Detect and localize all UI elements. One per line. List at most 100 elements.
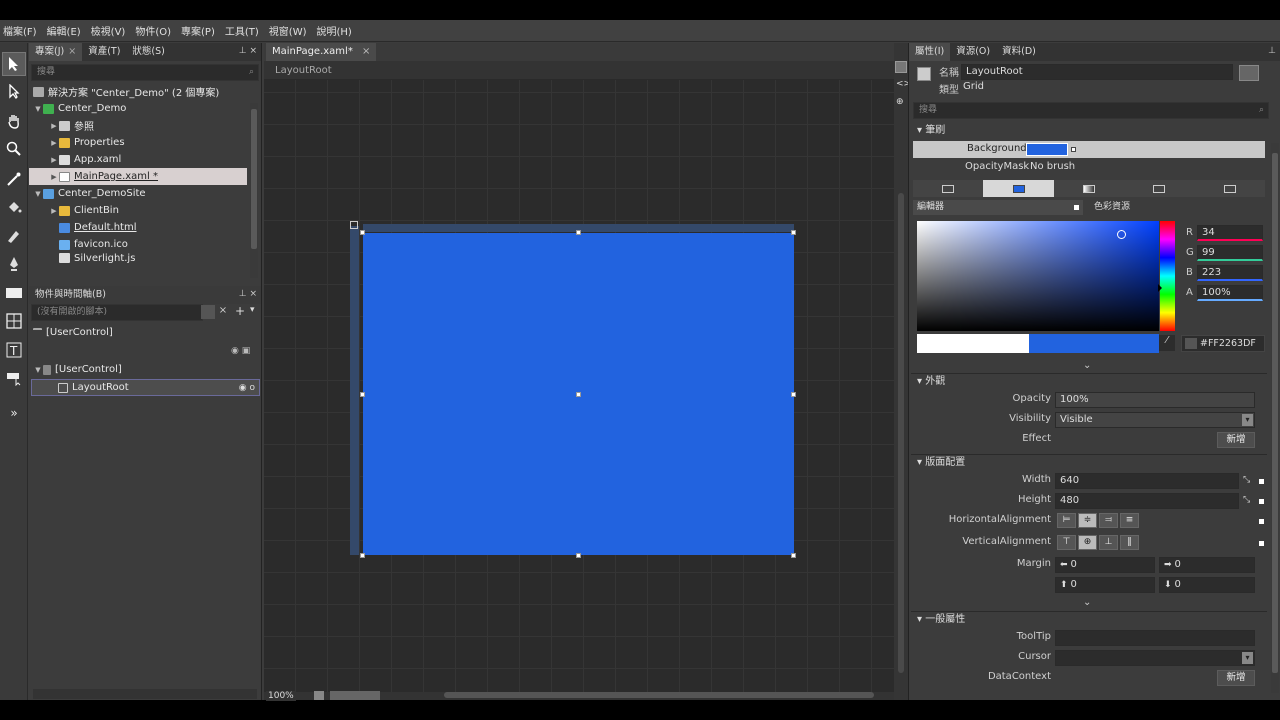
close-icon[interactable]: × <box>68 46 76 57</box>
hue-slider-thumb[interactable] <box>1158 284 1162 292</box>
visibility-dropdown[interactable]: Visible ▾ <box>1055 412 1255 428</box>
tab-assets[interactable]: 資產(T) <box>82 43 126 61</box>
effect-new-button[interactable]: 新增 <box>1217 432 1255 448</box>
resize-handle-nw[interactable] <box>360 230 365 235</box>
halign-left-icon[interactable]: ⊨ <box>1057 513 1076 528</box>
auto-size-icon[interactable]: ⤡ <box>1243 475 1250 485</box>
grid-corner-icon[interactable] <box>350 221 358 229</box>
datacontext-new-button[interactable]: 新增 <box>1217 670 1255 686</box>
common-section-header[interactable]: ▾ 一般屬性 <box>911 611 1267 627</box>
tree-default-html[interactable]: Default.html <box>59 219 277 236</box>
resize-handle-w[interactable] <box>360 392 365 397</box>
background-swatch[interactable] <box>1026 143 1068 156</box>
events-toggle-icon[interactable] <box>1239 65 1259 81</box>
valign-top-icon[interactable]: ⊤ <box>1057 535 1076 550</box>
close-script-icon[interactable]: × <box>217 305 229 319</box>
pin-icon[interactable]: ⊥ <box>1268 46 1276 56</box>
resize-handle-sw[interactable] <box>360 553 365 558</box>
grid-layout-tool-icon[interactable] <box>2 309 26 333</box>
close-icon[interactable]: × <box>362 46 370 57</box>
collapse-arrow-icon[interactable]: ▶ <box>49 139 59 147</box>
tab-properties[interactable]: 屬性(I) <box>909 43 951 61</box>
text-tool-icon[interactable]: T <box>2 338 26 362</box>
auto-size-icon[interactable]: ⤡ <box>1243 495 1250 505</box>
tab-editor[interactable]: 編輯器 <box>913 200 1083 215</box>
tree-app-xaml[interactable]: ▶ App.xaml <box>49 151 267 168</box>
xaml-view-icon[interactable]: ⊕ <box>896 97 904 107</box>
script-menu-icon[interactable] <box>201 305 215 319</box>
brush-section-header[interactable]: ▾ 筆刷 <box>911 123 1267 139</box>
hex-field[interactable]: #FF2263DF <box>1181 335 1265 352</box>
menu-window[interactable]: 視窗(W) <box>269 23 307 38</box>
zoom-combobox[interactable]: 100% <box>266 691 296 701</box>
tree-project-center-demo[interactable]: ▼ Center_Demo <box>33 100 251 117</box>
halign-stretch-icon[interactable]: ≡ <box>1120 513 1139 528</box>
expand-layout-chevron-icon[interactable]: ⌄ <box>1083 597 1091 608</box>
view-toggle-icons[interactable] <box>330 691 380 700</box>
blue-field[interactable]: 223 <box>1197 265 1263 281</box>
tree-clientbin[interactable]: ▶ ClientBin <box>49 202 267 219</box>
chevron-down-icon[interactable]: ▾ <box>1242 652 1253 664</box>
expand-arrow-icon[interactable]: ▼ <box>33 366 43 374</box>
menu-edit[interactable]: 編輯(E) <box>47 23 81 38</box>
project-scrollbar[interactable] <box>250 103 258 278</box>
margin-top-field[interactable]: ⬆ 0 <box>1055 577 1155 593</box>
eye-visibility-icon[interactable]: ◉ o <box>239 383 255 393</box>
eyedropper-icon[interactable] <box>2 167 26 191</box>
margin-bottom-field[interactable]: ⬇ 0 <box>1159 577 1255 593</box>
valign-stretch-icon[interactable]: ‖ <box>1120 535 1139 550</box>
zoom-dropdown-icon[interactable] <box>314 691 324 700</box>
advanced-marker[interactable] <box>1259 479 1264 484</box>
hue-slider[interactable] <box>1158 221 1175 331</box>
menu-project[interactable]: 專案(P) <box>181 23 215 38</box>
tree-solution[interactable]: 解決方案 "Center_Demo" (2 個專案) <box>33 83 251 100</box>
timeline-options-icon[interactable]: ▾ <box>250 305 255 315</box>
eyedropper-icon[interactable]: ⁄ <box>1159 335 1175 351</box>
appearance-section-header[interactable]: ▾ 外觀 <box>911 373 1267 389</box>
tree-silverlight-js[interactable]: Silverlight.js <box>59 253 277 264</box>
cursor-dropdown[interactable]: ▾ <box>1055 650 1255 666</box>
halign-center-icon[interactable]: ≑ <box>1078 513 1097 528</box>
margin-left-field[interactable]: ⬅ 0 <box>1055 557 1155 573</box>
pan-hand-icon[interactable] <box>2 109 26 133</box>
tooltip-field[interactable] <box>1055 630 1255 646</box>
color-mode-icon[interactable] <box>1185 338 1197 349</box>
horizontal-scrollbar[interactable] <box>444 692 874 698</box>
pen-tool-icon[interactable] <box>2 252 26 276</box>
color-picker-cursor-icon[interactable] <box>1117 230 1126 239</box>
tab-data[interactable]: 資料(D) <box>996 43 1042 61</box>
gradient-brush-icon[interactable] <box>1054 180 1124 197</box>
collapse-arrow-icon[interactable]: ▶ <box>49 173 59 181</box>
tile-brush-icon[interactable] <box>1124 180 1194 197</box>
tab-objects-timeline[interactable]: 物件與時間軸(B) <box>29 286 112 304</box>
advanced-marker[interactable] <box>1259 499 1264 504</box>
collapse-arrow-icon[interactable]: ▶ <box>49 156 59 164</box>
selection-tool-icon[interactable] <box>2 52 26 76</box>
name-field[interactable]: LayoutRoot <box>961 64 1233 80</box>
tab-resources[interactable]: 資源(O) <box>950 43 996 61</box>
advanced-marker[interactable] <box>1259 541 1264 546</box>
tab-mainpage-xaml[interactable]: MainPage.xaml* × <box>266 43 377 61</box>
width-field[interactable]: 640 <box>1055 473 1239 489</box>
grid-row-ruler[interactable] <box>350 226 359 555</box>
valign-bottom-icon[interactable]: ⊥ <box>1099 535 1118 550</box>
menu-file[interactable]: 檔案(F) <box>3 23 37 38</box>
properties-search-input[interactable]: 搜尋 ⌕ <box>913 102 1269 119</box>
usercontrol-row[interactable]: ▼ [UserControl] <box>33 361 251 378</box>
resize-handle-n[interactable] <box>576 230 581 235</box>
halign-right-icon[interactable]: ⫤ <box>1099 513 1118 528</box>
advanced-options-marker[interactable] <box>1071 147 1076 152</box>
opacitymask-row[interactable]: OpacityMask No brush <box>913 159 1265 176</box>
menu-help[interactable]: 說明(H) <box>317 23 352 38</box>
project-search-input[interactable]: 搜尋 ⌕ <box>31 64 259 81</box>
tab-color-resources[interactable]: 色彩資源 <box>1094 200 1130 215</box>
valign-center-icon[interactable]: ⊕ <box>1078 535 1097 550</box>
scroll-thumb[interactable] <box>1272 153 1278 673</box>
brush-resources-icon[interactable] <box>1195 180 1265 197</box>
brush-transform-icon[interactable] <box>2 224 26 248</box>
expand-arrow-icon[interactable]: ▼ <box>33 190 43 198</box>
tab-project[interactable]: 專案(J) × <box>29 43 83 61</box>
add-timeline-icon[interactable]: + <box>235 304 245 318</box>
layout-section-header[interactable]: ▾ 版面配置 <box>911 454 1267 470</box>
resize-handle-s[interactable] <box>576 553 581 558</box>
